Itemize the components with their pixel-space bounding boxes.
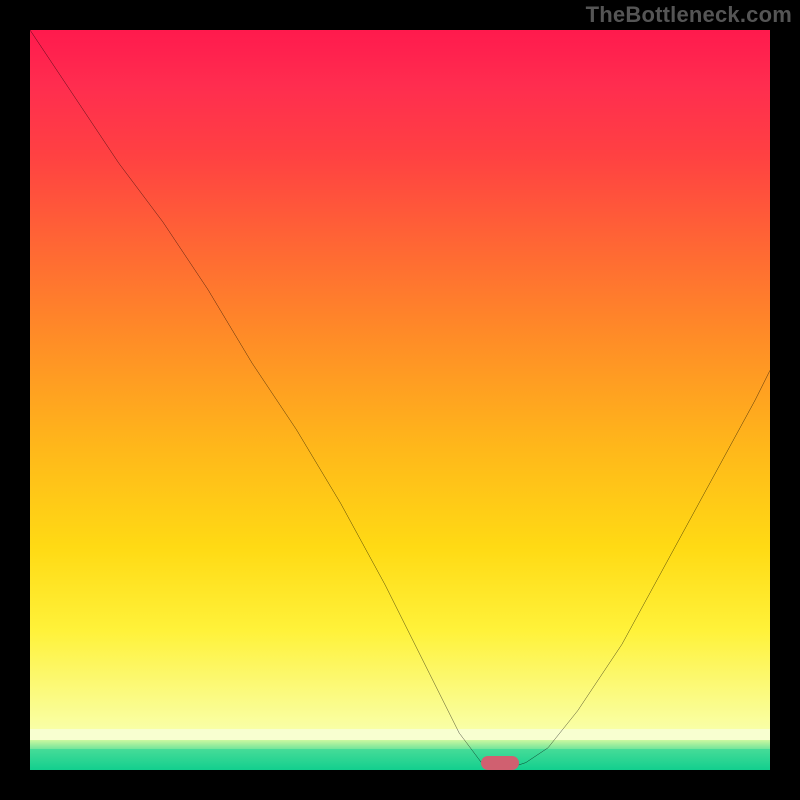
- curve-path: [30, 30, 770, 770]
- watermark-text: TheBottleneck.com: [586, 2, 792, 28]
- optimal-marker: [481, 756, 519, 770]
- chart-frame: TheBottleneck.com: [0, 0, 800, 800]
- plot-area: [30, 30, 770, 770]
- bottleneck-curve: [30, 30, 770, 770]
